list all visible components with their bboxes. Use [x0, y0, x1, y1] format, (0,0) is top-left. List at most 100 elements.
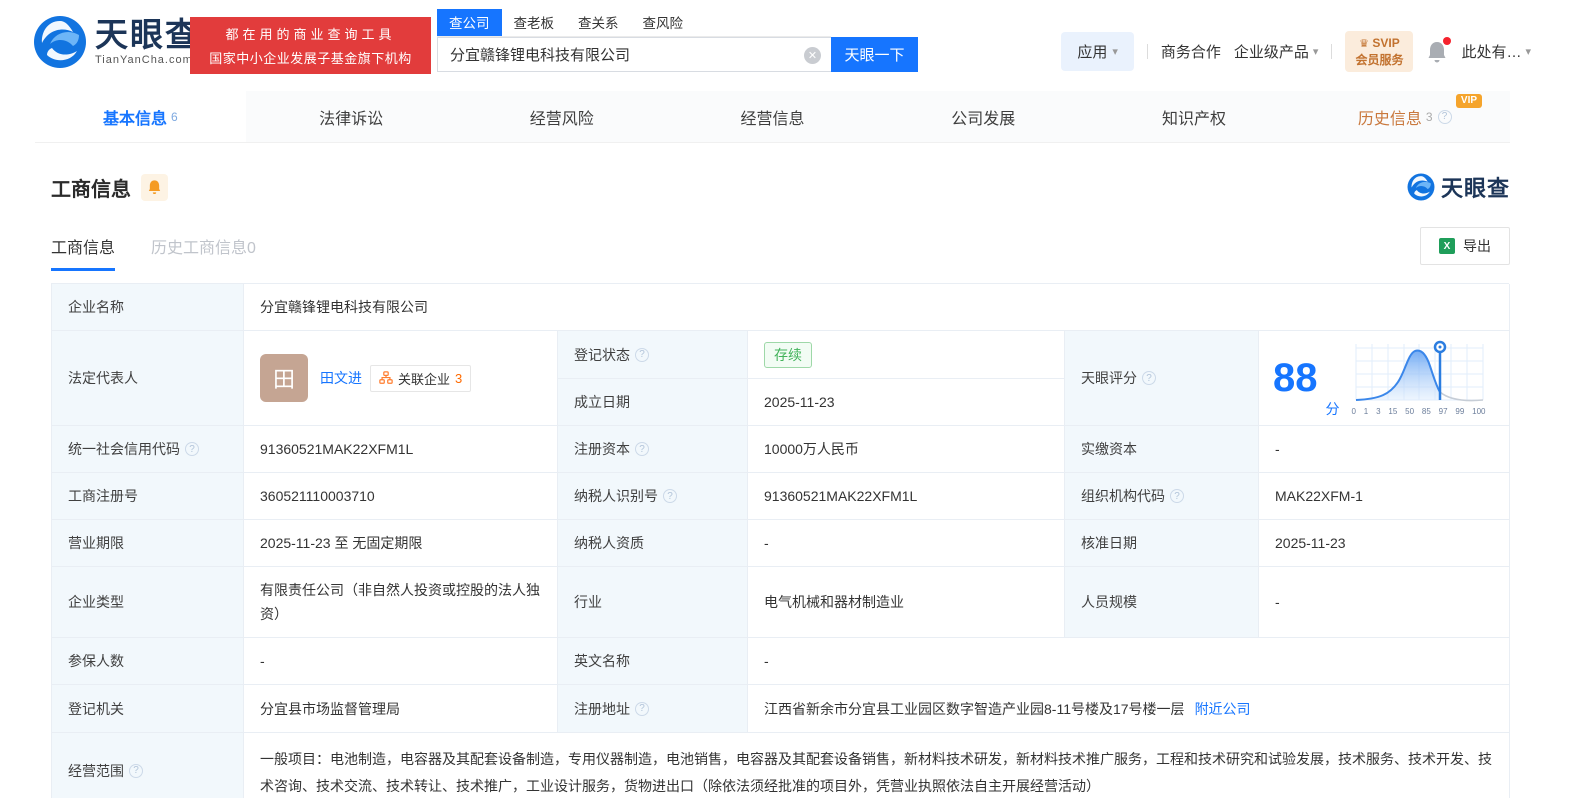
svip-member-button[interactable]: ♛ SVIP 会员服务	[1345, 31, 1414, 73]
search-input[interactable]	[438, 38, 831, 71]
help-icon[interactable]	[1437, 109, 1452, 124]
search-button[interactable]: 天眼一下	[831, 37, 918, 72]
user-name: 此处有…	[1461, 44, 1522, 62]
subtab-history-business-info[interactable]: 历史工商信息0	[151, 234, 256, 271]
export-button[interactable]: X 导出	[1420, 227, 1510, 265]
company-name-value: 分宜赣锋锂电科技有限公司	[244, 284, 1510, 331]
business-scope-value: 一般项目：电池制造，电容器及其配套设备制造，专用仪器制造，电池销售，电容器及其配…	[244, 733, 1510, 798]
tianyancha-logo[interactable]: 天眼查 TianYanCha.com	[33, 15, 200, 69]
taxpayer-quality-value: -	[748, 520, 1065, 567]
taxpayer-id-label: 纳税人识别号	[558, 473, 748, 520]
score-axis-ticks: 01 3 15 50 85 97 99 100	[1351, 407, 1486, 416]
top-header: 天眼查 TianYanCha.com 都在用的商业查询工具 国家中小企业发展子基…	[0, 0, 1569, 91]
business-info-table: 企业名称 分宜赣锋锂电科技有限公司 法定代表人 田 田文进 关联企业 3 登记状…	[51, 283, 1510, 798]
reg-capital-label: 注册资本	[558, 426, 748, 473]
staff-size-label: 人员规模	[1065, 567, 1259, 638]
clear-search-icon[interactable]: ✕	[804, 47, 821, 64]
enterprise-product-label: 企业级产品	[1233, 44, 1309, 62]
divider	[1331, 44, 1333, 60]
credit-code-label: 统一社会信用代码	[52, 426, 244, 473]
help-icon[interactable]	[1142, 371, 1156, 385]
tab-operation-info[interactable]: 经营信息	[667, 91, 878, 142]
industry-value: 电气机械和器材制造业	[748, 567, 1065, 638]
company-name-label: 企业名称	[52, 284, 244, 331]
establish-date-value: 2025-11-23	[748, 379, 1065, 426]
vip-badge: VIP	[1455, 94, 1483, 108]
tab-intellectual-property[interactable]: 知识产权	[1089, 91, 1300, 142]
org-code-label: 组织机构代码	[1065, 473, 1259, 520]
score-cell: 88 分 0 1 3 15 50 85 97 99 100	[1259, 331, 1510, 426]
nearby-companies-link[interactable]: 附近公司	[1195, 699, 1251, 719]
export-label: 导出	[1463, 238, 1491, 254]
tab-history-info[interactable]: VIP 历史信息 3	[1299, 91, 1510, 142]
tab-basic-info-count: 6	[171, 109, 178, 124]
search-tab-boss[interactable]: 查老板	[502, 9, 567, 36]
apps-menu-label: 应用	[1077, 44, 1108, 62]
divider	[1146, 44, 1148, 60]
reg-address-value: 江西省新余市分宜县工业园区数字智造产业园8-11号楼及17号楼一层	[764, 700, 1185, 717]
credit-code-value: 91360521MAK22XFM1L	[244, 426, 558, 473]
approval-date-value: 2025-11-23	[1259, 520, 1510, 567]
legal-rep-link[interactable]: 田文进	[320, 368, 362, 388]
paid-capital-label: 实缴资本	[1065, 426, 1259, 473]
tianyancha-logo-icon	[34, 16, 86, 68]
approval-date-label: 核准日期	[1065, 520, 1259, 567]
search-tabs: 查公司 查老板 查关系 查风险	[437, 9, 831, 37]
score-distribution-chart: 01 3 15 50 85 97 99 100	[1352, 340, 1486, 416]
promo-line1: 都在用的商业查询工具	[225, 27, 396, 42]
reg-authority-value: 分宜县市场监督管理局	[244, 685, 558, 733]
tab-basic-info-label: 基本信息	[103, 110, 168, 128]
tab-company-development[interactable]: 公司发展	[878, 91, 1089, 142]
help-icon[interactable]	[1170, 489, 1184, 503]
subscribe-bell-button[interactable]	[141, 173, 168, 201]
business-coop-link[interactable]: 商务合作	[1161, 41, 1221, 62]
related-companies-button[interactable]: 关联企业 3	[370, 364, 472, 392]
help-icon[interactable]	[635, 347, 649, 362]
svip-sublabel: 会员服务	[1355, 52, 1404, 67]
score-unit: 分	[1325, 401, 1340, 417]
help-icon[interactable]	[635, 442, 649, 456]
status-badge: 存续	[764, 341, 812, 368]
help-icon[interactable]	[129, 763, 143, 778]
user-account-menu[interactable]: 此处有… ▾	[1461, 41, 1531, 62]
business-scope-label: 经营范围	[52, 733, 244, 798]
notification-bell-icon[interactable]	[1426, 36, 1452, 64]
help-icon[interactable]	[185, 442, 199, 456]
english-name-value: -	[748, 638, 1510, 685]
tianyancha-watermark-icon	[1407, 173, 1435, 201]
apps-menu[interactable]: 应用 ▾	[1061, 32, 1134, 72]
taxpayer-quality-label: 纳税人资质	[558, 520, 748, 567]
enterprise-product-menu[interactable]: 企业级产品 ▾	[1234, 41, 1319, 62]
chevron-down-icon: ▾	[1525, 46, 1531, 59]
bell-icon	[148, 180, 161, 194]
reg-number-value: 360521110003710	[244, 473, 558, 520]
search-box: ✕	[437, 37, 831, 72]
promo-line2: 国家中小企业发展子基金旗下机构	[209, 51, 412, 66]
business-info-section: 工商信息 天眼查 工商信息 历史工商信息0 X 导出 企业名称 分宜赣锋锂电科技…	[0, 171, 1569, 798]
tab-operation-risk[interactable]: 经营风险	[456, 91, 667, 142]
reg-address-label: 注册地址	[558, 685, 748, 733]
score-value: 88	[1273, 356, 1318, 400]
tab-history-info-label: 历史信息	[1357, 110, 1422, 128]
section-title: 工商信息	[51, 178, 131, 201]
tianyancha-watermark: 天眼查	[1407, 171, 1510, 203]
watermark-text: 天眼查	[1440, 176, 1510, 201]
company-type-label: 企业类型	[52, 567, 244, 638]
org-chart-icon	[379, 371, 393, 384]
business-term-label: 营业期限	[52, 520, 244, 567]
help-icon[interactable]	[663, 489, 677, 503]
tab-legal-lawsuits[interactable]: 法律诉讼	[246, 91, 457, 142]
brand-domain: TianYanCha.com	[95, 54, 193, 66]
search-area: 查公司 查老板 查关系 查风险 ✕ 天眼一下	[437, 9, 918, 72]
help-icon[interactable]	[635, 701, 649, 716]
search-tab-company[interactable]: 查公司	[437, 9, 502, 36]
subtab-business-info[interactable]: 工商信息	[51, 234, 116, 271]
score-label: 天眼评分	[1065, 331, 1259, 426]
tab-basic-info[interactable]: 基本信息 6	[35, 91, 246, 142]
english-name-label: 英文名称	[558, 638, 748, 685]
search-tab-risk[interactable]: 查风险	[631, 9, 696, 36]
reg-address-cell: 江西省新余市分宜县工业园区数字智造产业园8-11号楼及17号楼一层 附近公司	[748, 685, 1510, 733]
avatar[interactable]: 田	[260, 354, 308, 402]
search-tab-relation[interactable]: 查关系	[566, 9, 631, 36]
industry-label: 行业	[558, 567, 748, 638]
